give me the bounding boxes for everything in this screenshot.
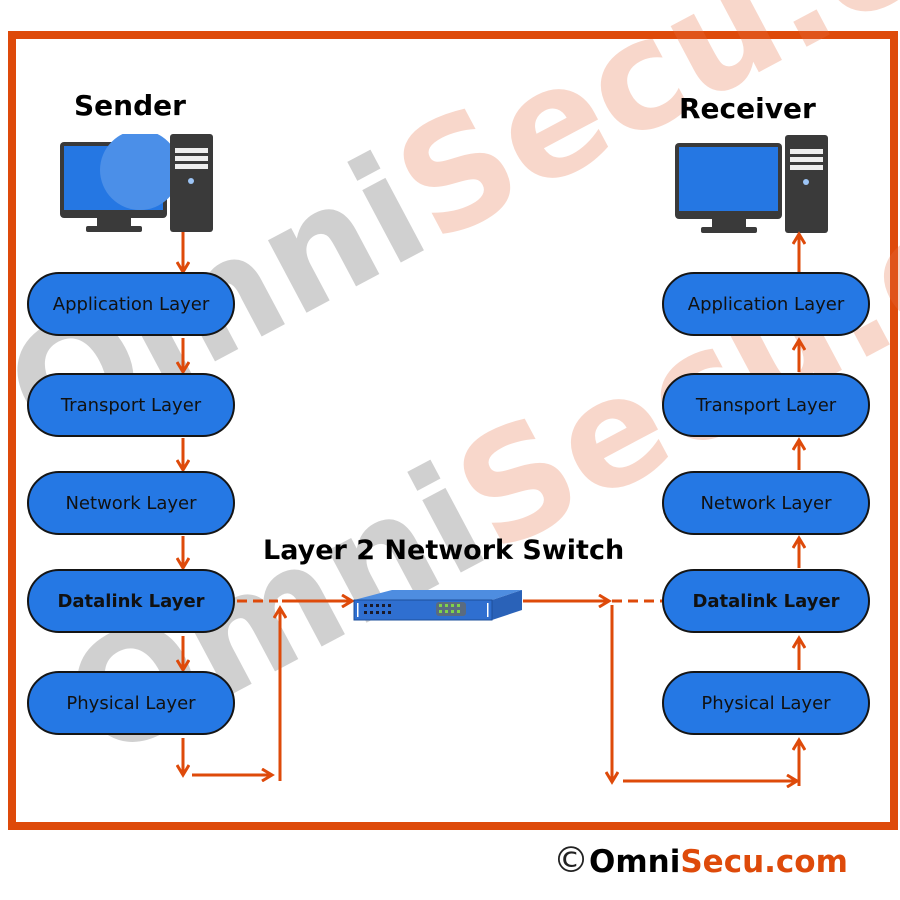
receiver-network-layer: Network Layer [662, 471, 870, 535]
connector-arrows [0, 0, 900, 900]
sender-physical-layer: Physical Layer [27, 671, 235, 735]
receiver-physical-layer: Physical Layer [662, 671, 870, 735]
receiver-application-layer: Application Layer [662, 272, 870, 336]
receiver-transport-layer: Transport Layer [662, 373, 870, 437]
network-switch-icon [353, 590, 522, 621]
sender-datalink-layer: Datalink Layer [27, 569, 235, 633]
copyright-icon: © [553, 840, 589, 881]
sender-transport-layer: Transport Layer [27, 373, 235, 437]
copyright-footer: ©OmniSecu.com [553, 840, 848, 881]
sender-network-layer: Network Layer [27, 471, 235, 535]
switch-title: Layer 2 Network Switch [263, 535, 625, 566]
receiver-datalink-layer: Datalink Layer [662, 569, 870, 633]
sender-application-layer: Application Layer [27, 272, 235, 336]
